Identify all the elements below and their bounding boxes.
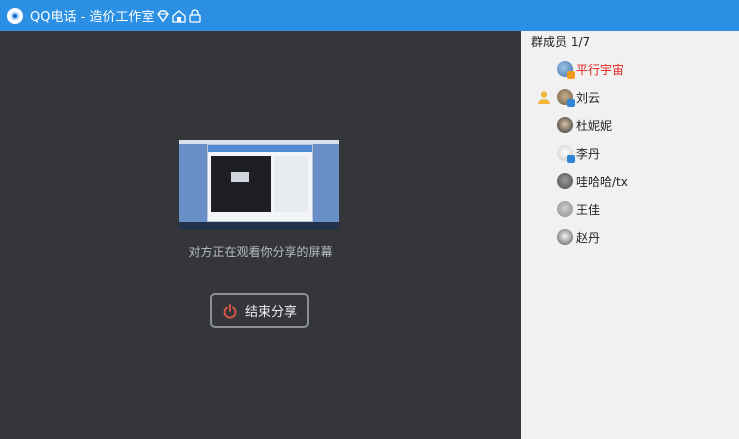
power-icon — [222, 303, 238, 319]
avatar — [557, 61, 575, 79]
avatar — [557, 89, 575, 107]
avatar — [557, 145, 575, 163]
avatar — [557, 117, 573, 133]
share-status-text: 对方正在观看你分享的屏幕 — [188, 245, 333, 259]
member-name: 哇哈哈/tx — [576, 174, 628, 189]
title-separator: - — [80, 10, 86, 25]
qq-phone-logo-icon — [7, 7, 23, 24]
member-name: 杜妮妮 — [576, 118, 613, 133]
member-item[interactable]: 李丹 — [521, 139, 739, 167]
member-name: 王佳 — [576, 202, 601, 217]
group-level-icon[interactable] — [172, 9, 187, 23]
member-item[interactable]: 刘云 — [521, 83, 739, 111]
member-name: 刘云 — [576, 90, 601, 105]
avatar — [557, 229, 573, 245]
member-item[interactable]: 王佳 — [521, 195, 739, 223]
screen-share-panel: 对方正在观看你分享的屏幕 结束分享 — [0, 31, 521, 439]
member-name: 赵丹 — [576, 230, 601, 245]
member-item[interactable]: 平行宇宙 — [521, 55, 739, 83]
member-name: 李丹 — [576, 146, 601, 161]
member-name: 平行宇宙 — [576, 62, 625, 77]
diamond-icon[interactable] — [156, 9, 170, 23]
end-share-label: 结束分享 — [244, 305, 297, 320]
member-item[interactable]: 杜妮妮 — [521, 111, 739, 139]
avatar — [557, 173, 573, 189]
app-name: QQ电话 — [30, 10, 77, 25]
member-list-panel: 群成员 1/7 平行宇宙 刘云 杜妮妮 李丹 哇哈哈/tx 王佳 赵丹 — [521, 31, 739, 439]
host-person-icon — [538, 91, 550, 104]
lock-icon[interactable] — [188, 8, 202, 23]
title-bar: QQ电话 - 造价工作室 — [0, 0, 739, 31]
member-item[interactable]: 赵丹 — [521, 223, 739, 251]
end-share-button[interactable]: 结束分享 — [210, 293, 309, 328]
member-item[interactable]: 哇哈哈/tx — [521, 167, 739, 195]
member-count: 群成员 1/7 — [531, 35, 591, 49]
avatar — [557, 201, 573, 217]
group-name: 造价工作室 — [89, 10, 155, 25]
shared-screen-preview — [179, 140, 339, 230]
window-title: QQ电话 - 造价工作室 — [30, 6, 154, 25]
